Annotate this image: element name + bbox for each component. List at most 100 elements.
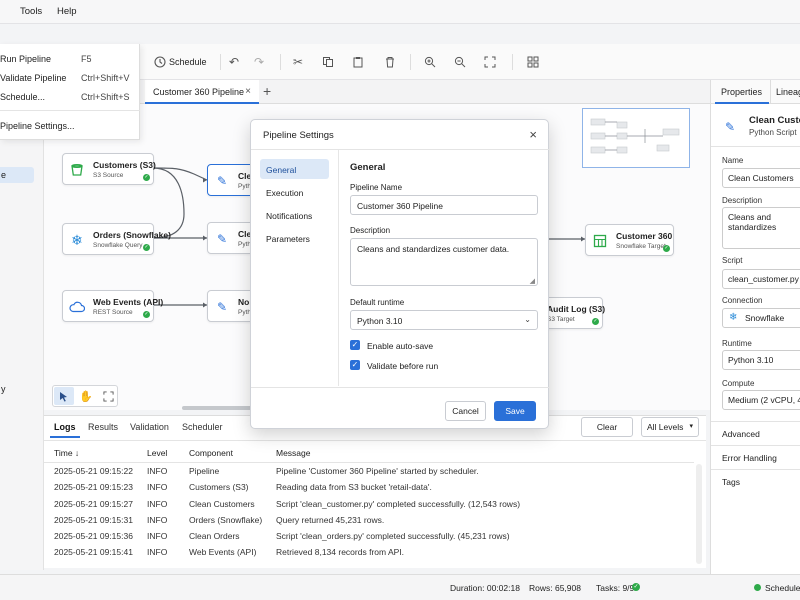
clock-icon[interactable] xyxy=(150,52,170,72)
log-row[interactable]: 2025-05-21 09:15:31 INFO Orders (Snowflake… xyxy=(44,512,694,528)
add-tab-icon[interactable]: + xyxy=(263,83,271,99)
magic-wand-icon: ✎ xyxy=(216,174,228,188)
expand-icon[interactable] xyxy=(98,387,118,405)
tab-customer-360-pipeline[interactable]: Customer 360 Pipeline × xyxy=(145,80,259,104)
status-tasks: Tasks: 9/9 xyxy=(596,583,635,593)
table-icon xyxy=(591,232,609,250)
zoom-in-icon[interactable] xyxy=(420,52,440,72)
status-scheduler[interactable]: Scheduler xyxy=(765,583,800,593)
runtime-field[interactable]: Python 3.10 xyxy=(722,350,800,370)
log-row[interactable]: 2025-05-21 09:15:22 INFO Pipeline Pipeline … xyxy=(44,463,694,479)
menu-tools[interactable]: Tools xyxy=(20,6,42,17)
minimap-preview xyxy=(590,118,680,154)
menu-help[interactable]: Help xyxy=(57,6,77,17)
success-check-icon: ✓ xyxy=(592,318,599,325)
autosave-checkbox[interactable]: ✓ xyxy=(350,340,360,350)
tab-logs[interactable]: Logs xyxy=(54,422,76,432)
resize-handle-icon[interactable]: ◢ xyxy=(530,277,535,285)
status-rows: Rows: 65,908 xyxy=(529,583,581,593)
magic-wand-icon: ✎ xyxy=(725,120,736,134)
nav-general[interactable]: General xyxy=(260,159,329,179)
save-button[interactable]: Save xyxy=(494,401,536,421)
section-advanced[interactable]: Advanced xyxy=(711,421,800,445)
section-error-handling[interactable]: Error Handling xyxy=(711,445,800,469)
fit-view-icon[interactable] xyxy=(480,52,500,72)
layout-icon[interactable] xyxy=(523,52,543,72)
validate-label[interactable]: Validate before run xyxy=(367,361,438,371)
chevron-down-icon: ⌄ xyxy=(524,315,531,324)
redo-icon[interactable]: ↷ xyxy=(249,52,269,72)
section-title: General xyxy=(350,162,386,173)
selected-node-title: Clean Customers xyxy=(749,115,800,126)
zoom-out-icon[interactable] xyxy=(450,52,470,72)
undo-icon[interactable]: ↶ xyxy=(224,52,244,72)
log-scrollbar[interactable] xyxy=(696,464,702,564)
close-icon[interactable]: × xyxy=(245,86,251,97)
connection-select[interactable]: ❄ Snowflake xyxy=(722,308,800,328)
copy-icon[interactable] xyxy=(318,52,338,72)
magic-wand-icon: ✎ xyxy=(216,300,228,314)
node-orders-snowflake[interactable]: ❄ Orders (Snowflake) Snowflake Query ✓ xyxy=(62,223,171,255)
left-panel: e y xyxy=(0,140,44,570)
name-field[interactable]: Clean Customers xyxy=(722,168,800,188)
snowflake-icon: ❄ xyxy=(71,231,83,248)
success-check-icon: ✓ xyxy=(143,174,150,181)
log-row[interactable]: 2025-05-21 09:15:27 INFO Clean Customers Sc… xyxy=(44,496,694,512)
snowflake-icon: ❄ xyxy=(729,312,738,323)
minimap[interactable] xyxy=(582,108,690,168)
autosave-label[interactable]: Enable auto-save xyxy=(367,341,433,351)
cut-icon[interactable]: ✂ xyxy=(288,52,308,72)
magic-wand-icon: ✎ xyxy=(216,232,228,246)
node-customer-360[interactable]: Customer 360 Snowflake Target ✓ xyxy=(585,224,674,256)
script-field[interactable]: clean_customer.py xyxy=(722,269,800,289)
left-panel-item[interactable]: y xyxy=(1,384,6,394)
node-audit-log-s3[interactable]: Audit Log (S3) S3 Target ✓ xyxy=(542,297,605,329)
tab-scheduler[interactable]: Scheduler xyxy=(182,422,223,432)
file-menu-dropdown: Run Pipeline F5 Validate Pipeline Ctrl+Shi… xyxy=(0,44,140,140)
runtime-select[interactable]: Python 3.10 ⌄ xyxy=(350,310,538,330)
bucket-icon xyxy=(68,161,86,179)
scheduler-status-dot xyxy=(754,584,761,591)
node-web-events-api[interactable]: Web Events (API) REST Source ✓ xyxy=(62,290,163,322)
tab-properties[interactable]: Properties xyxy=(721,87,762,97)
validate-checkbox[interactable]: ✓ xyxy=(350,360,360,370)
status-duration: Duration: 00:02:18 xyxy=(450,583,520,593)
clear-button[interactable]: Clear xyxy=(581,417,633,437)
tab-validation[interactable]: Validation xyxy=(130,422,169,432)
dialog-title: Pipeline Settings xyxy=(251,120,550,150)
menu-item-pipeline-settings[interactable]: Pipeline Settings... xyxy=(0,121,140,139)
pipeline-name-input[interactable]: Customer 360 Pipeline xyxy=(350,195,538,215)
left-panel-selected-item[interactable]: e xyxy=(0,167,34,183)
success-check-icon: ✓ xyxy=(143,311,150,318)
status-bar: Duration: 00:02:18 Rows: 65,908 Tasks: 9… xyxy=(0,574,800,600)
canvas-tools: ✋ xyxy=(52,385,118,407)
description-textarea[interactable]: Cleans and standardizes customer data. ◢ xyxy=(350,238,538,286)
hand-tool-icon[interactable]: ✋ xyxy=(76,387,96,405)
section-tags[interactable]: Tags xyxy=(711,469,800,493)
nav-execution[interactable]: Execution xyxy=(260,182,329,202)
schedule-button[interactable]: Schedule xyxy=(169,57,207,67)
log-table-header: Time ↓ Level Component Message xyxy=(54,448,311,458)
menu-item-schedule[interactable]: Schedule... Ctrl+Shift+S xyxy=(0,92,140,110)
log-row[interactable]: 2025-05-21 09:15:41 INFO Web Events (API) R… xyxy=(44,544,694,560)
paste-icon[interactable] xyxy=(348,52,368,72)
delete-icon[interactable] xyxy=(380,52,400,72)
node-customers-s3[interactable]: Customers (S3) S3 Source ✓ xyxy=(62,153,156,185)
properties-panel: Properties Lineage ✎ Clean Customers Pyt… xyxy=(710,80,800,574)
close-icon[interactable]: × xyxy=(529,127,537,142)
tab-results[interactable]: Results xyxy=(88,422,118,432)
menu-item-validate-pipeline[interactable]: Validate Pipeline Ctrl+Shift+V xyxy=(0,73,140,91)
editor-tab-bar: Customer 360 Pipeline × + xyxy=(140,80,710,104)
level-filter-select[interactable]: All Levels ▾ xyxy=(641,417,699,437)
menu-item-run-pipeline[interactable]: Run Pipeline F5 xyxy=(0,54,140,72)
log-row[interactable]: 2025-05-21 09:15:23 INFO Customers (S3) Rea… xyxy=(44,479,694,495)
pointer-tool-icon[interactable] xyxy=(54,387,74,405)
cloud-icon xyxy=(68,298,86,316)
description-field[interactable]: Cleans and standardizes xyxy=(722,207,800,249)
nav-parameters[interactable]: Parameters xyxy=(260,228,329,248)
compute-select[interactable]: Medium (2 vCPU, 4 GB) xyxy=(722,390,800,410)
cancel-button[interactable]: Cancel xyxy=(445,401,486,421)
nav-notifications[interactable]: Notifications xyxy=(260,205,329,225)
tab-lineage[interactable]: Lineage xyxy=(776,87,800,97)
log-row[interactable]: 2025-05-21 09:15:36 INFO Clean Orders Scrip… xyxy=(44,528,694,544)
